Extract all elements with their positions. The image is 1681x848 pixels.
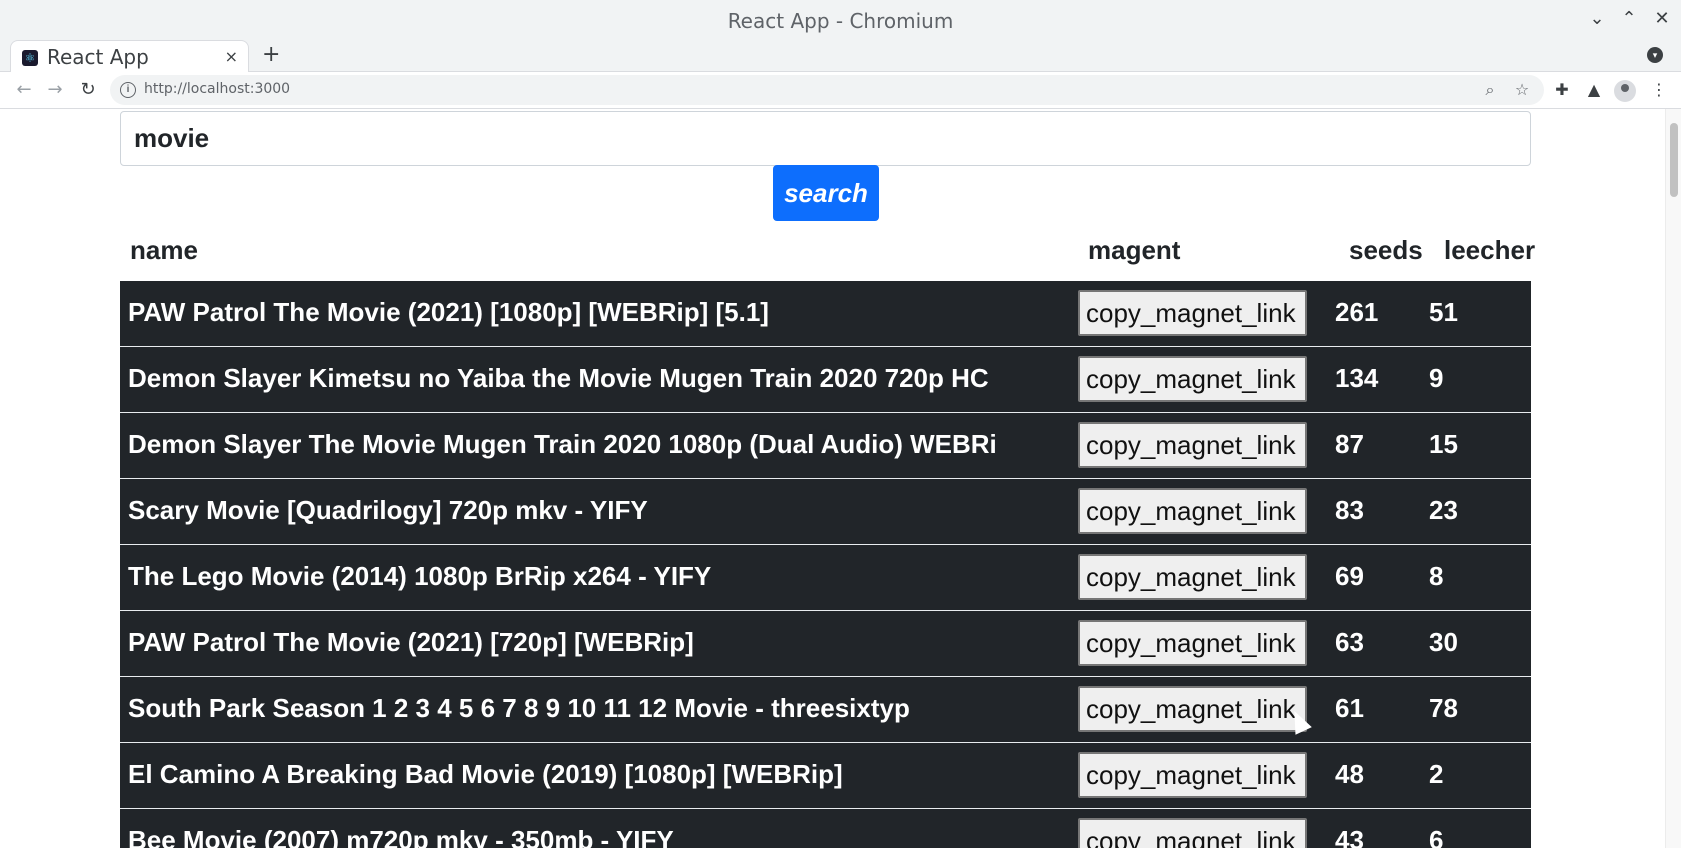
extensions-icon[interactable]: ✚ bbox=[1552, 80, 1572, 100]
tab-strip: ⚛ React App × + ▾ bbox=[0, 38, 1681, 74]
table-row: Demon Slayer Kimetsu no Yaiba the Movie … bbox=[120, 347, 1531, 413]
row-leecher: 51 bbox=[1429, 297, 1458, 327]
react-favicon-icon: ⚛ bbox=[22, 50, 38, 66]
table-row: The Lego Movie (2014) 1080p BrRip x264 -… bbox=[120, 545, 1531, 611]
row-seeds: 134 bbox=[1335, 363, 1379, 393]
forward-icon[interactable]: → bbox=[43, 78, 67, 102]
row-seeds: 87 bbox=[1335, 429, 1364, 459]
row-leecher: 9 bbox=[1429, 363, 1444, 393]
header-leecher: leecher bbox=[1444, 235, 1536, 265]
info-icon[interactable]: i bbox=[120, 82, 136, 98]
row-name: Demon Slayer The Movie Mugen Train 2020 … bbox=[128, 429, 997, 459]
close-window-icon[interactable]: ✕ bbox=[1652, 9, 1672, 29]
row-seeds: 61 bbox=[1335, 693, 1364, 723]
copy-magnet-button[interactable]: copy_magnet_link bbox=[1078, 620, 1307, 666]
row-seeds: 48 bbox=[1335, 759, 1364, 789]
row-leecher: 2 bbox=[1429, 759, 1444, 789]
row-name: PAW Patrol The Movie (2021) [720p] [WEBR… bbox=[128, 627, 694, 657]
tab-react-app[interactable]: ⚛ React App × bbox=[10, 40, 249, 74]
flask-icon[interactable]: ▲ bbox=[1584, 80, 1604, 100]
copy-magnet-button[interactable]: copy_magnet_link bbox=[1078, 488, 1307, 534]
row-seeds: 63 bbox=[1335, 627, 1364, 657]
new-tab-icon[interactable]: + bbox=[262, 42, 280, 67]
header-name: name bbox=[130, 235, 198, 265]
window-title: React App - Chromium bbox=[727, 9, 954, 33]
page-scrollbar[interactable] bbox=[1665, 109, 1681, 848]
row-seeds: 69 bbox=[1335, 561, 1364, 591]
minimize-icon[interactable]: ⌄ bbox=[1587, 9, 1607, 29]
copy-magnet-button[interactable]: copy_magnet_link bbox=[1078, 356, 1307, 402]
maximize-icon[interactable]: ⌃ bbox=[1619, 9, 1639, 29]
row-name: South Park Season 1 2 3 4 5 6 7 8 9 10 1… bbox=[128, 693, 910, 723]
row-seeds: 261 bbox=[1335, 297, 1379, 327]
row-name: El Camino A Breaking Bad Movie (2019) [1… bbox=[128, 759, 843, 789]
copy-magnet-button[interactable]: copy_magnet_link bbox=[1078, 290, 1307, 336]
browser-toolbar: ← → ↻ i http://localhost:3000 ⌕ ☆ ✚ ▲ ⋮ bbox=[0, 72, 1681, 109]
row-leecher: 23 bbox=[1429, 495, 1458, 525]
zoom-icon[interactable]: ⌕ bbox=[1480, 80, 1500, 100]
table-row: PAW Patrol The Movie (2021) [1080p] [WEB… bbox=[120, 281, 1531, 347]
tab-close-icon[interactable]: × bbox=[225, 47, 238, 66]
table-row: Scary Movie [Quadrilogy] 720p mkv - YIFY… bbox=[120, 479, 1531, 545]
row-leecher: 78 bbox=[1429, 693, 1458, 723]
tab-search-icon[interactable]: ▾ bbox=[1647, 47, 1663, 63]
menu-icon[interactable]: ⋮ bbox=[1649, 80, 1669, 100]
copy-magnet-button[interactable]: copy_magnet_link bbox=[1078, 554, 1307, 600]
table-row: Demon Slayer The Movie Mugen Train 2020 … bbox=[120, 413, 1531, 479]
back-icon[interactable]: ← bbox=[12, 78, 36, 102]
row-name: PAW Patrol The Movie (2021) [1080p] [WEB… bbox=[128, 297, 769, 327]
search-input[interactable] bbox=[120, 111, 1531, 166]
url-text[interactable]: http://localhost:3000 bbox=[144, 81, 290, 97]
search-button[interactable]: search bbox=[773, 165, 879, 221]
row-seeds: 43 bbox=[1335, 825, 1364, 848]
results-table: PAW Patrol The Movie (2021) [1080p] [WEB… bbox=[120, 281, 1531, 848]
copy-magnet-button[interactable]: copy_magnet_link bbox=[1078, 686, 1307, 732]
row-leecher: 8 bbox=[1429, 561, 1444, 591]
address-bar[interactable]: i http://localhost:3000 ⌕ ☆ bbox=[110, 75, 1544, 105]
row-name: Demon Slayer Kimetsu no Yaiba the Movie … bbox=[128, 363, 989, 393]
row-name: Bee Movie (2007) m720p mkv - 350mb - YIF… bbox=[128, 825, 674, 848]
copy-magnet-button[interactable]: copy_magnet_link bbox=[1078, 818, 1307, 848]
row-leecher: 6 bbox=[1429, 825, 1444, 848]
header-magnet: magent bbox=[1088, 235, 1181, 265]
window-titlebar: React App - Chromium ⌄ ⌃ ✕ bbox=[0, 0, 1681, 40]
reload-icon[interactable]: ↻ bbox=[76, 78, 100, 102]
scrollbar-thumb[interactable] bbox=[1670, 123, 1678, 197]
star-icon[interactable]: ☆ bbox=[1512, 80, 1532, 100]
header-seeds: seeds bbox=[1349, 235, 1423, 265]
row-leecher: 30 bbox=[1429, 627, 1458, 657]
row-leecher: 15 bbox=[1429, 429, 1458, 459]
table-row: Bee Movie (2007) m720p mkv - 350mb - YIF… bbox=[120, 809, 1531, 848]
table-row: PAW Patrol The Movie (2021) [720p] [WEBR… bbox=[120, 611, 1531, 677]
row-seeds: 83 bbox=[1335, 495, 1364, 525]
page-content: search name magent seeds leecher PAW Pat… bbox=[0, 109, 1665, 848]
copy-magnet-button[interactable]: copy_magnet_link bbox=[1078, 752, 1307, 798]
profile-icon[interactable] bbox=[1614, 80, 1636, 102]
copy-magnet-button[interactable]: copy_magnet_link bbox=[1078, 422, 1307, 468]
table-row: South Park Season 1 2 3 4 5 6 7 8 9 10 1… bbox=[120, 677, 1531, 743]
table-row: El Camino A Breaking Bad Movie (2019) [1… bbox=[120, 743, 1531, 809]
tab-title: React App bbox=[47, 45, 149, 69]
row-name: Scary Movie [Quadrilogy] 720p mkv - YIFY bbox=[128, 495, 648, 525]
row-name: The Lego Movie (2014) 1080p BrRip x264 -… bbox=[128, 561, 712, 591]
